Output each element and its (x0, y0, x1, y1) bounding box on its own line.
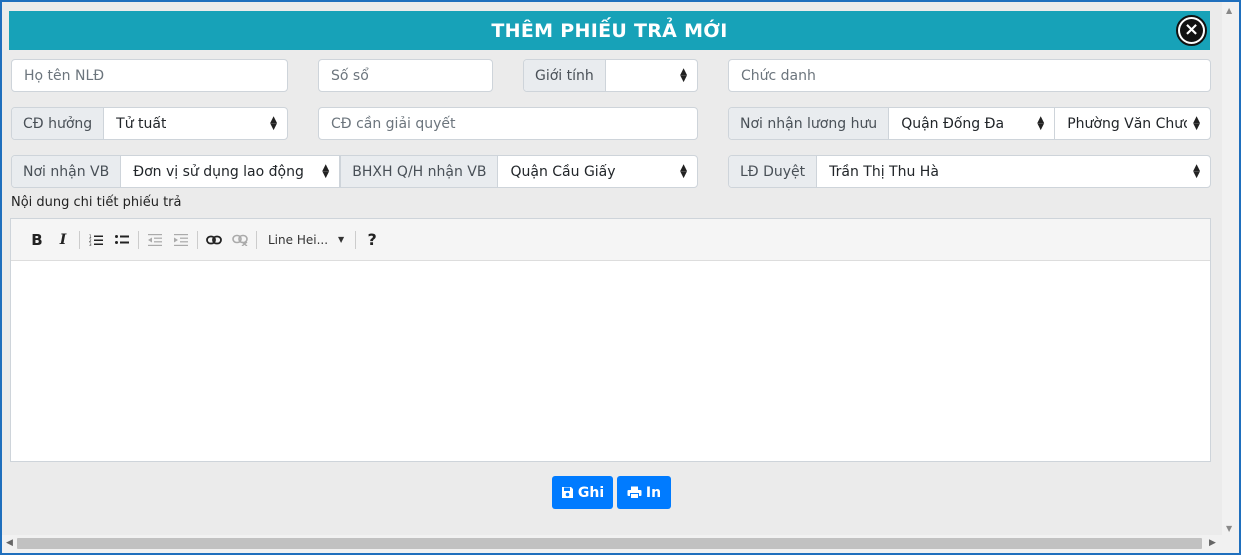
gender-label: Giới tính (524, 60, 606, 91)
ordered-list-icon[interactable]: 123 (83, 228, 109, 252)
select-caret-icon: ▲ ▼ (1193, 162, 1200, 180)
toolbar-divider (197, 230, 198, 249)
horizontal-scrollbar[interactable]: ◀ ▶ (2, 535, 1239, 553)
line-height-label: Line Hei... (268, 232, 329, 247)
indent-icon[interactable] (168, 228, 194, 252)
worker-name-input[interactable]: Họ tên NLĐ (11, 59, 288, 92)
print-icon (627, 486, 642, 499)
vertical-scrollbar[interactable]: ▲ ▼ (1222, 2, 1239, 535)
approver-label: LĐ Duyệt (729, 156, 818, 187)
save-label: Ghi (577, 484, 605, 501)
bold-icon[interactable]: B (24, 228, 50, 252)
scroll-down-icon[interactable]: ▼ (1226, 524, 1232, 533)
print-label: In (645, 484, 662, 501)
select-caret-icon: ▲ ▼ (680, 66, 687, 84)
pension-place-group: Nơi nhận lương hưu Quận Đống Đa ▲ ▼ Phườn… (728, 107, 1211, 140)
close-button[interactable]: × (1176, 15, 1207, 46)
select-caret-icon: ▲ ▼ (1037, 114, 1045, 132)
print-button[interactable]: In (617, 476, 671, 509)
regime-label: CĐ hưởng (12, 108, 105, 139)
ward-select[interactable]: Phường Văn Chương ▲▼ (1055, 108, 1210, 139)
book-number-input[interactable]: Số sổ (318, 59, 493, 92)
scroll-right-icon[interactable]: ▶ (1209, 538, 1216, 548)
document-place-group: Nơi nhận VB Đơn vị sử dụng lao động ▲ ▼ B… (11, 155, 698, 188)
save-icon (561, 487, 573, 498)
italic-icon[interactable]: I (50, 228, 76, 252)
bhxh-label: BHXH Q/H nhận VB (340, 156, 499, 187)
save-button[interactable]: Ghi (552, 476, 613, 509)
link-icon[interactable] (201, 228, 227, 252)
unordered-list-icon[interactable] (109, 228, 135, 252)
rich-text-editor: B I 123 Line Hei... ▼ ? (10, 218, 1211, 462)
gender-select[interactable]: ▲ ▼ (606, 60, 697, 91)
job-title-input[interactable]: Chức danh (728, 59, 1211, 92)
editor-toolbar: B I 123 Line Hei... ▼ ? (11, 219, 1210, 261)
regime-group: CĐ hưởng Tử tuất ▲ ▼ (11, 107, 288, 140)
close-icon: × (1180, 19, 1203, 42)
doc-place-select[interactable]: Đơn vị sử dụng lao động ▲ ▼ (121, 156, 341, 187)
line-height-dropdown[interactable]: Line Hei... ▼ (260, 233, 352, 247)
approver-select[interactable]: Trần Thị Thu Hà ▲ ▼ (817, 156, 1210, 187)
toolbar-divider (256, 230, 257, 249)
editor-content-area[interactable] (11, 261, 1210, 461)
select-caret-icon: ▲ ▼ (270, 114, 277, 132)
regime-select[interactable]: Tử tuất ▲ ▼ (104, 108, 287, 139)
approver-group: LĐ Duyệt Trần Thị Thu Hà ▲ ▼ (728, 155, 1211, 188)
scroll-up-icon[interactable]: ▲ (1226, 6, 1232, 15)
outdent-icon[interactable] (142, 228, 168, 252)
regime-needed-input[interactable]: CĐ cần giải quyết (318, 107, 698, 140)
select-caret-icon: ▲ ▼ (680, 162, 687, 180)
svg-text:3: 3 (89, 242, 92, 246)
editor-label: Nội dung chi tiết phiếu trả (11, 195, 182, 210)
select-caret-icon: ▲ ▼ (322, 162, 330, 180)
toolbar-divider (79, 230, 80, 249)
toolbar-divider (355, 230, 357, 249)
chevron-down-icon: ▼ (338, 235, 345, 244)
gender-group: Giới tính ▲ ▼ (523, 59, 698, 92)
doc-place-label: Nơi nhận VB (12, 156, 122, 187)
bhxh-select[interactable]: Quận Cầu Giấy ▲ ▼ (498, 156, 697, 187)
dialog-title: THÊM PHIẾU TRẢ MỚI (9, 11, 1210, 50)
help-icon[interactable]: ? (359, 228, 385, 252)
district-select[interactable]: Quận Đống Đa ▲ ▼ (889, 108, 1056, 139)
pension-place-label: Nơi nhận lương hưu (729, 108, 890, 139)
toolbar-divider (138, 230, 139, 249)
select-caret-icon: ▲ ▼ (1193, 114, 1200, 132)
unlink-icon[interactable] (227, 228, 253, 252)
scrollbar-thumb[interactable] (17, 538, 1202, 549)
scroll-left-icon[interactable]: ◀ (6, 538, 13, 548)
